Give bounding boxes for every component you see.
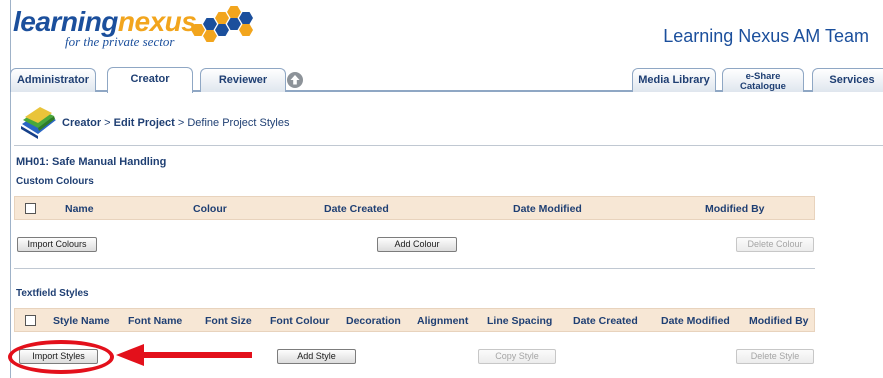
project-title: MH01: Safe Manual Handling — [16, 156, 167, 168]
tab-media-library[interactable]: Media Library — [632, 68, 716, 92]
column-header-line-spacing[interactable]: Line Spacing — [487, 315, 552, 327]
breadcrumb-current: Define Project Styles — [187, 117, 290, 129]
breadcrumb: Creator > Edit Project > Define Project … — [62, 117, 289, 129]
logo-word-learning: learning — [13, 6, 118, 37]
up-arrow-icon[interactable] — [287, 72, 303, 88]
column-header-date-created[interactable]: Date Created — [324, 203, 389, 215]
column-header-alignment[interactable]: Alignment — [417, 315, 468, 327]
column-header-decoration[interactable]: Decoration — [346, 315, 401, 327]
column-header-font-colour[interactable]: Font Colour — [270, 315, 329, 327]
column-header-font-name[interactable]: Font Name — [128, 315, 182, 327]
column-header-date-modified[interactable]: Date Modified — [661, 315, 730, 327]
tab-reviewer[interactable]: Reviewer — [200, 68, 286, 92]
select-all-colours-checkbox[interactable] — [25, 203, 36, 214]
breadcrumb-separator: > — [174, 117, 188, 129]
column-header-date-modified[interactable]: Date Modified — [513, 203, 582, 215]
column-header-date-created[interactable]: Date Created — [573, 315, 638, 327]
tab-bar: Administrator Creator Reviewer Media Lib… — [10, 67, 883, 93]
delete-colour-button[interactable]: Delete Colour — [736, 237, 814, 252]
divider — [14, 145, 883, 146]
breadcrumb-edit-project-link[interactable]: Edit Project — [114, 117, 175, 129]
red-arrow-icon — [116, 344, 252, 366]
tab-eshare-line2: Catalogue — [740, 81, 786, 92]
breadcrumb-separator: > — [101, 117, 114, 129]
copy-style-button[interactable]: Copy Style — [478, 349, 556, 364]
tab-creator[interactable]: Creator — [107, 67, 193, 93]
custom-colours-header-row: Name Colour Date Created Date Modified M… — [14, 196, 815, 220]
import-colours-button[interactable]: Import Colours — [17, 237, 97, 252]
textfield-styles-title: Textfield Styles — [16, 288, 89, 299]
column-header-style-name[interactable]: Style Name — [53, 315, 110, 327]
tab-administrator[interactable]: Administrator — [10, 68, 96, 92]
tab-services[interactable]: Services — [812, 68, 883, 92]
column-header-modified-by[interactable]: Modified By — [705, 203, 765, 215]
column-header-font-size[interactable]: Font Size — [205, 315, 252, 327]
add-style-button[interactable]: Add Style — [277, 349, 356, 364]
column-header-name[interactable]: Name — [65, 203, 94, 215]
logo-tagline: for the private sector — [65, 34, 175, 49]
delete-style-button[interactable]: Delete Style — [736, 349, 814, 364]
highlight-circle-annotation — [8, 340, 114, 374]
add-colour-button[interactable]: Add Colour — [377, 237, 457, 252]
select-all-styles-checkbox[interactable] — [25, 315, 36, 326]
learning-nexus-logo[interactable]: learningnexus for the private sector — [13, 6, 273, 49]
column-header-modified-by[interactable]: Modified By — [749, 315, 809, 327]
team-name: Learning Nexus AM Team — [663, 26, 869, 46]
textfield-styles-header-row: Style Name Font Name Font Size Font Colo… — [14, 308, 815, 332]
custom-colours-title: Custom Colours — [16, 176, 94, 187]
column-header-colour[interactable]: Colour — [193, 203, 227, 215]
breadcrumb-creator-link[interactable]: Creator — [62, 117, 101, 129]
tab-eshare-catalogue[interactable]: e-Share Catalogue — [722, 68, 804, 92]
divider — [14, 268, 815, 269]
books-icon — [21, 107, 56, 139]
logo-word-nexus: nexus — [117, 6, 197, 37]
